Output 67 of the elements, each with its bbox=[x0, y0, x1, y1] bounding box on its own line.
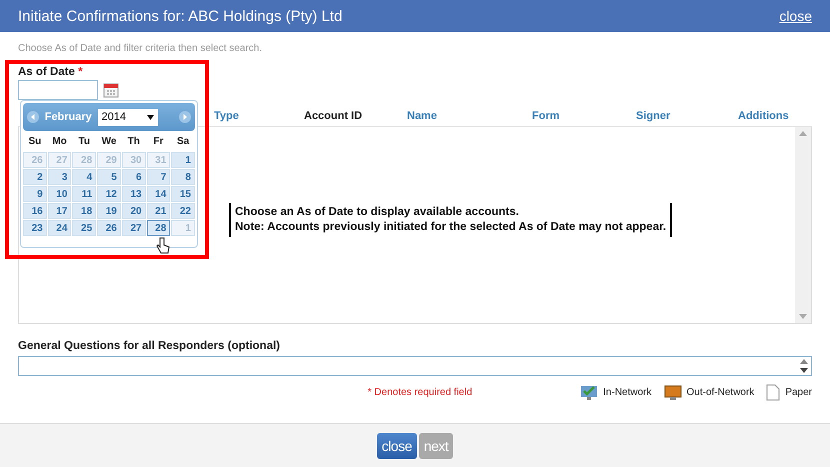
weekday-label: Tu bbox=[78, 135, 92, 149]
calendar-day[interactable]: 1 bbox=[171, 152, 195, 168]
column-header[interactable]: Type bbox=[214, 110, 304, 122]
calendar-day[interactable]: 28 bbox=[146, 220, 170, 236]
calendar-day[interactable]: 9 bbox=[23, 186, 47, 202]
calendar-day[interactable]: 26 bbox=[97, 220, 121, 236]
monitor-icon bbox=[664, 384, 682, 400]
calendar-day[interactable]: 7 bbox=[146, 169, 170, 185]
questions-field[interactable] bbox=[18, 356, 812, 376]
calendar-day[interactable]: 12 bbox=[97, 186, 121, 202]
column-header[interactable]: Account ID bbox=[304, 110, 407, 122]
weekday-label: Sa bbox=[176, 135, 190, 149]
calendar-day[interactable]: 2 bbox=[23, 169, 47, 185]
weekday-label: Su bbox=[27, 135, 42, 149]
weekday-label: We bbox=[100, 135, 118, 149]
required-note: * Denotes required field bbox=[368, 387, 472, 398]
window-title: Initiate Confirmations for: ABC Holdings (Pty) Ltd bbox=[18, 8, 342, 24]
calendar-day[interactable]: 17 bbox=[48, 203, 72, 219]
calendar-day[interactable]: 3 bbox=[48, 169, 72, 185]
column-header[interactable]: Form bbox=[532, 110, 636, 122]
document-icon bbox=[766, 384, 780, 401]
scroll-up-icon[interactable] bbox=[799, 131, 807, 136]
calendar-day[interactable]: 20 bbox=[122, 203, 146, 219]
calendar-day[interactable]: 8 bbox=[171, 169, 195, 185]
column-header[interactable]: Name bbox=[407, 110, 532, 122]
questions-label: General Questions for all Responders (optional) bbox=[18, 340, 281, 352]
calendar-day[interactable]: 13 bbox=[122, 186, 146, 202]
calendar-day[interactable]: 10 bbox=[48, 186, 72, 202]
calendar-day[interactable]: 5 bbox=[97, 169, 121, 185]
empty-message: Choose an As of Date to display available accounts. Note: Accounts previously initiated for the selected As of Date may not appear. bbox=[229, 203, 672, 237]
legend-label: Out-of-Network bbox=[686, 387, 754, 398]
calendar-day[interactable]: 18 bbox=[72, 203, 96, 219]
legend-label: In-Network bbox=[603, 387, 652, 398]
calendar-day[interactable]: 25 bbox=[72, 220, 96, 236]
weekday-label: Mo bbox=[51, 135, 68, 149]
calendar-day[interactable]: 11 bbox=[72, 186, 96, 202]
legend-label: Paper bbox=[785, 387, 812, 398]
year-select[interactable]: 2014 bbox=[98, 108, 158, 126]
scrollbar[interactable] bbox=[795, 127, 811, 323]
calendar-day[interactable]: 16 bbox=[23, 203, 47, 219]
date-label: As of Date * bbox=[18, 66, 84, 78]
caret-icon[interactable] bbox=[146, 114, 154, 120]
date-input-field[interactable] bbox=[18, 80, 98, 100]
calendar-day[interactable]: 19 bbox=[97, 203, 121, 219]
monitor-check-icon bbox=[580, 384, 598, 400]
scroll-down-icon[interactable] bbox=[799, 314, 807, 319]
spinner-icon[interactable] bbox=[797, 357, 811, 375]
calendar-day[interactable]: 23 bbox=[23, 220, 47, 236]
calendar-day[interactable]: 6 bbox=[122, 169, 146, 185]
calendar-day[interactable]: 22 bbox=[171, 203, 195, 219]
weekday-label: Th bbox=[126, 135, 141, 149]
instruction-text: Choose As of Date and filter criteria then select search. bbox=[18, 43, 264, 54]
next-month-icon[interactable] bbox=[178, 111, 191, 123]
column-header[interactable]: Additions bbox=[738, 110, 812, 122]
calendar-day[interactable]: 27 bbox=[122, 220, 146, 236]
month-label: February bbox=[44, 111, 92, 123]
calendar-day[interactable]: 24 bbox=[48, 220, 72, 236]
weekday-label: Fr bbox=[152, 135, 164, 149]
previous-month-icon[interactable] bbox=[27, 111, 39, 123]
close-link[interactable]: close bbox=[779, 8, 812, 24]
close-button[interactable]: close bbox=[376, 432, 417, 458]
calendar-day[interactable]: 4 bbox=[72, 169, 96, 185]
calendar-day[interactable]: 14 bbox=[146, 186, 170, 202]
column-header[interactable]: Signer bbox=[636, 110, 738, 122]
calendar-icon[interactable] bbox=[103, 82, 119, 98]
calendar-day[interactable]: 21 bbox=[146, 203, 170, 219]
calendar-day[interactable]: 15 bbox=[171, 186, 195, 202]
